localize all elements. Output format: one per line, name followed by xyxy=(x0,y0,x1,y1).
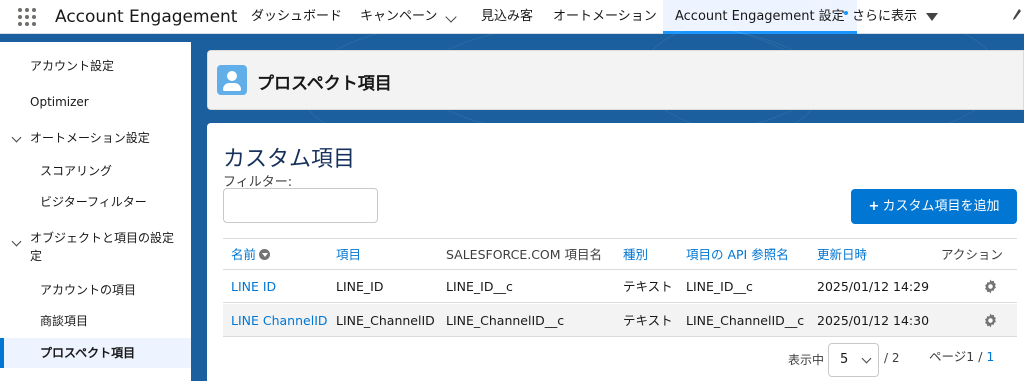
field-label: LINE_ChannelID xyxy=(336,313,435,328)
column-header-name[interactable]: 名前 xyxy=(231,239,271,271)
page-title: プロスペクト項目 xyxy=(257,74,392,94)
last-page-link[interactable]: 1 xyxy=(986,349,994,364)
per-page-value: 5 xyxy=(840,352,849,367)
sidebar-item-opportunity-fields[interactable]: 商談項目 xyxy=(0,307,191,335)
app-launcher-icon[interactable] xyxy=(18,8,36,26)
per-page-select[interactable]: 5 xyxy=(828,343,879,377)
pencil-icon[interactable] xyxy=(1012,8,1022,22)
column-header-type[interactable]: 種別 xyxy=(623,239,648,271)
api-name: LINE_ChannelID__c xyxy=(686,313,805,328)
table-row: LINE ID LINE_ID LINE_ID__c テキスト LINE_ID_… xyxy=(223,270,1017,303)
add-custom-field-button[interactable]: + カスタム項目を追加 xyxy=(851,189,1017,224)
updated-at: 2025/01/12 14:29 xyxy=(817,279,930,294)
per-page-label: 表示中 xyxy=(788,353,825,367)
field-name-link[interactable]: LINE ID xyxy=(231,270,276,303)
sidebar-item-automation-settings[interactable]: オートメーション設定 xyxy=(0,124,191,152)
section-title: カスタム項目 xyxy=(223,147,356,172)
table-row: LINE ChannelID LINE_ChannelID LINE_Chann… xyxy=(223,304,1017,337)
sidebar-item-object-field-settings[interactable]: オブジェクトと項目の設定 xyxy=(0,228,191,248)
sidebar-item-optimizer[interactable]: Optimizer xyxy=(0,88,191,116)
page-count-total: / 2 xyxy=(884,351,900,365)
user-icon xyxy=(217,65,247,95)
salesforce-field-name: LINE_ChannelID__c xyxy=(446,313,565,328)
sort-icon[interactable] xyxy=(259,249,271,260)
column-header-salesforce-field-name: SALESFORCE.COM 項目名 xyxy=(446,247,603,262)
column-header-updated-at[interactable]: 更新日時 xyxy=(817,239,867,271)
gear-icon[interactable] xyxy=(983,279,998,294)
api-name: LINE_ID__c xyxy=(686,279,753,294)
page-header: プロスペクト項目 xyxy=(207,50,1024,110)
sidebar-item-scoring[interactable]: スコアリング xyxy=(0,157,191,185)
table-header: 名前 項目 SALESFORCE.COM 項目名 種別 項目の API 参照名 … xyxy=(223,238,1017,270)
field-type: テキスト xyxy=(623,313,673,328)
sidebar-item-account-fields[interactable]: アカウントの項目 xyxy=(0,276,191,304)
page-indicator: ページ1 / 1 xyxy=(929,349,995,364)
field-name-link[interactable]: LINE ChannelID xyxy=(231,304,328,337)
chevron-down-icon xyxy=(861,353,872,364)
column-header-action: アクション xyxy=(941,247,1003,262)
plus-icon: + xyxy=(868,199,880,214)
settings-sidebar: アカウント設定 Optimizer オートメーション設定 スコアリング ビジター… xyxy=(0,42,191,381)
add-custom-field-label: カスタム項目を追加 xyxy=(882,199,1000,214)
gear-icon[interactable] xyxy=(983,313,998,328)
salesforce-field-name: LINE_ID__c xyxy=(446,279,513,294)
sidebar-item-visitor-filter[interactable]: ビジターフィルター xyxy=(0,188,191,216)
field-label: LINE_ID xyxy=(336,279,384,294)
filter-input[interactable] xyxy=(223,188,378,223)
column-header-api-name[interactable]: 項目の API 参照名 xyxy=(686,239,789,271)
sidebar-item-prospect-fields[interactable]: プロスペクト項目 xyxy=(0,338,191,368)
custom-fields-card: カスタム項目 フィルター: + カスタム項目を追加 名前 項目 SALESFORC… xyxy=(207,123,1024,381)
updated-at: 2025/01/12 14:30 xyxy=(817,313,930,328)
field-type: テキスト xyxy=(623,279,673,294)
sidebar-item-account-settings[interactable]: アカウント設定 xyxy=(0,52,191,80)
sidebar-item-object-field-settings-wrap[interactable]: 定 xyxy=(0,247,191,265)
app-name: Account Engagement xyxy=(55,7,238,27)
nav-item-dashboard[interactable]: ダッシュボード xyxy=(251,0,342,34)
column-header-field[interactable]: 項目 xyxy=(336,239,361,271)
